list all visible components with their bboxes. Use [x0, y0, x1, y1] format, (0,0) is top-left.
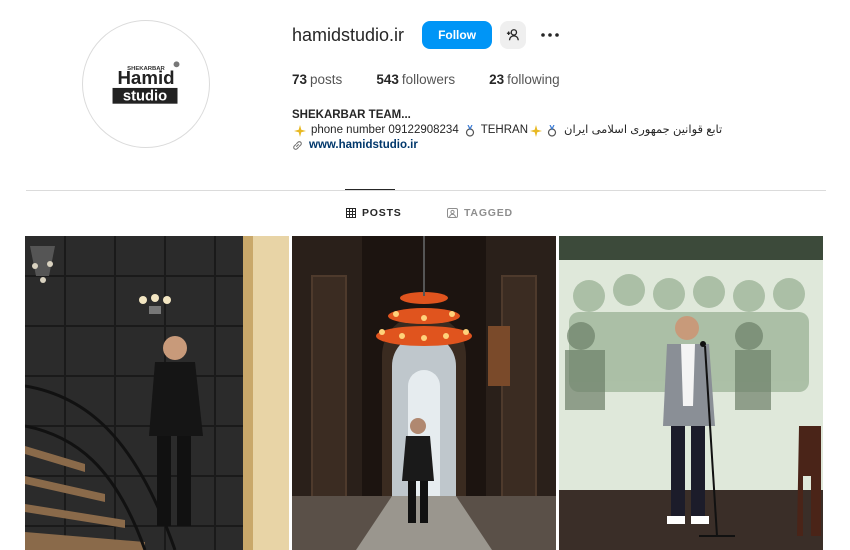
- tabs-divider: [26, 190, 826, 191]
- post-thumbnail[interactable]: [25, 236, 289, 550]
- sparkle-icon: [294, 124, 306, 137]
- sparkle-icon: [530, 124, 542, 137]
- suggested-users-button[interactable]: [500, 21, 527, 49]
- bio-phone: phone number 09122908234: [311, 124, 459, 136]
- bio-website-text[interactable]: www.hamidstudio.ir: [309, 138, 418, 153]
- bio-city: TEHRAN: [480, 124, 528, 136]
- bio-persian-text: تابع قوانین جمهوری اسلامی ایران: [564, 124, 723, 136]
- followers-stat[interactable]: 543 followers: [376, 72, 455, 87]
- tab-posts-label: POSTS: [362, 207, 402, 219]
- more-options-button[interactable]: [540, 21, 560, 49]
- post-image-stage: [559, 236, 823, 550]
- bio-website-link[interactable]: www.hamidstudio.ir: [292, 138, 742, 153]
- post-thumbnail[interactable]: [292, 236, 556, 550]
- svg-text:Hamid: Hamid: [117, 67, 174, 88]
- profile-bio: SHEKARBAR TEAM... phone number 091229082…: [292, 108, 742, 153]
- posts-stat: 73 posts: [292, 72, 343, 87]
- bio-contact-line: phone number 09122908234 TEHRAN تابع قوا…: [292, 123, 742, 138]
- profile-avatar[interactable]: SHEKARBAR Hamid studio: [82, 20, 210, 148]
- tab-tagged[interactable]: TAGGED: [447, 207, 513, 219]
- tagged-icon: [447, 208, 458, 218]
- bio-name: SHEKARBAR TEAM...: [292, 109, 411, 121]
- active-tab-indicator: [345, 189, 395, 190]
- more-options-icon: [541, 33, 559, 37]
- post-image-stairs: [25, 236, 289, 550]
- medal-icon: [547, 124, 557, 137]
- tab-tagged-label: TAGGED: [464, 207, 513, 219]
- username: hamidstudio.ir: [292, 24, 405, 45]
- add-user-icon: [506, 29, 519, 41]
- medal-icon: [465, 124, 474, 137]
- hamid-studio-logo: SHEKARBAR Hamid studio: [83, 21, 209, 147]
- link-icon: [293, 141, 302, 150]
- post-thumbnail[interactable]: [559, 236, 823, 550]
- following-stat[interactable]: 23 following: [489, 72, 560, 87]
- tab-posts[interactable]: POSTS: [346, 207, 402, 219]
- post-image-hall: [292, 236, 556, 550]
- follow-button[interactable]: Follow: [422, 21, 493, 49]
- profile-stats: 73 posts 543 followers 23 following: [292, 72, 594, 87]
- profile-header: hamidstudio.ir Follow: [292, 20, 560, 50]
- svg-text:studio: studio: [123, 89, 167, 105]
- grid-icon: [346, 208, 356, 218]
